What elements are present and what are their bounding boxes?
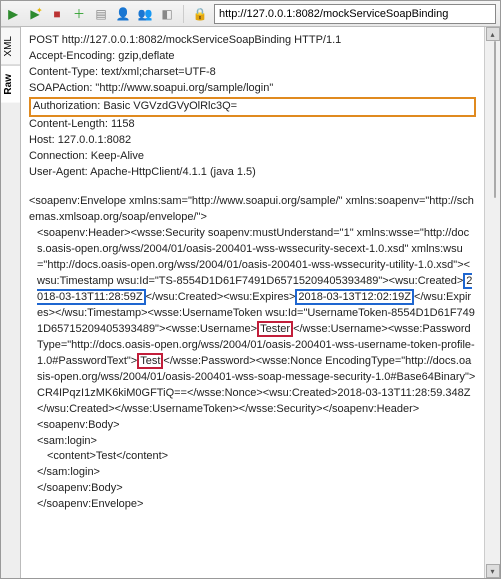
http-headers: POST http://127.0.0.1:8082/mockServiceSo… xyxy=(29,33,476,180)
request-line: POST http://127.0.0.1:8082/mockServiceSo… xyxy=(29,33,476,49)
header-user-agent: User-Agent: Apache-HttpClient/4.1.1 (jav… xyxy=(29,165,476,181)
scroll-thumb[interactable] xyxy=(494,41,496,198)
add-icon[interactable]: ＋ xyxy=(71,6,87,22)
tab-raw[interactable]: Raw xyxy=(1,65,20,103)
header-content-length: Content-Length: 1158 xyxy=(29,117,476,133)
run-new-icon[interactable]: ▶✦ xyxy=(27,6,43,22)
doc-icon[interactable]: ▤ xyxy=(93,6,109,22)
envelope-open: <soapenv:Envelope xmlns:sam="http://www.… xyxy=(29,195,474,223)
separator xyxy=(183,5,184,23)
run-icon[interactable]: ▶ xyxy=(5,6,21,22)
body-open: <soapenv:Body> xyxy=(29,418,476,434)
authorization-highlight: Authorization: Basic VGVzdGVyOlRlc3Q= xyxy=(29,97,476,117)
person-icon[interactable]: 👤 xyxy=(115,6,131,22)
vertical-scrollbar[interactable]: ▴ ▾ xyxy=(484,27,500,578)
stop-icon[interactable]: ■ xyxy=(49,6,65,22)
login-open: <sam:login> xyxy=(29,434,476,450)
soap-body: <soapenv:Envelope xmlns:sam="http://www.… xyxy=(29,194,476,513)
raw-content[interactable]: POST http://127.0.0.1:8082/mockServiceSo… xyxy=(21,27,484,578)
tab-xml[interactable]: XML xyxy=(1,27,20,65)
login-close: </sam:login> xyxy=(29,465,476,481)
people-icon[interactable]: 👥 xyxy=(137,6,153,22)
envelope-close: </soapenv:Envelope> xyxy=(29,497,476,513)
body-close: </soapenv:Body> xyxy=(29,481,476,497)
password-highlight: Test xyxy=(137,353,163,369)
header-content-type: Content-Type: text/xml;charset=UTF-8 xyxy=(29,65,476,81)
cube-icon[interactable]: ◧ xyxy=(159,6,175,22)
toolbar: ▶ ▶✦ ■ ＋ ▤ 👤 👥 ◧ 🔒 http://127.0.0.1:8082… xyxy=(1,1,500,27)
header-soapaction: SOAPAction: "http://www.soapui.org/sampl… xyxy=(29,81,476,97)
main-area: XML Raw POST http://127.0.0.1:8082/mockS… xyxy=(1,27,500,578)
login-content: <content>Test</content> xyxy=(29,449,476,465)
header-host: Host: 127.0.0.1:8082 xyxy=(29,133,476,149)
side-tabs: XML Raw xyxy=(1,27,21,578)
header-connection: Connection: Keep-Alive xyxy=(29,149,476,165)
lock-icon[interactable]: 🔒 xyxy=(192,6,208,22)
scroll-down-icon[interactable]: ▾ xyxy=(486,564,500,578)
url-value: http://127.0.0.1:8082/mockServiceSoapBin… xyxy=(219,8,448,20)
scroll-up-icon[interactable]: ▴ xyxy=(486,27,500,41)
header-accept-encoding: Accept-Encoding: gzip,deflate xyxy=(29,49,476,65)
url-field[interactable]: http://127.0.0.1:8082/mockServiceSoapBin… xyxy=(214,4,496,24)
security-block: <soapenv:Header><wsse:Security soapenv:m… xyxy=(29,226,476,417)
ts-expires-highlight: 2018-03-13T12:02:19Z xyxy=(295,289,414,305)
header-authorization: Authorization: Basic VGVzdGVyOlRlc3Q= xyxy=(29,97,476,117)
username-highlight: Tester xyxy=(257,321,293,337)
